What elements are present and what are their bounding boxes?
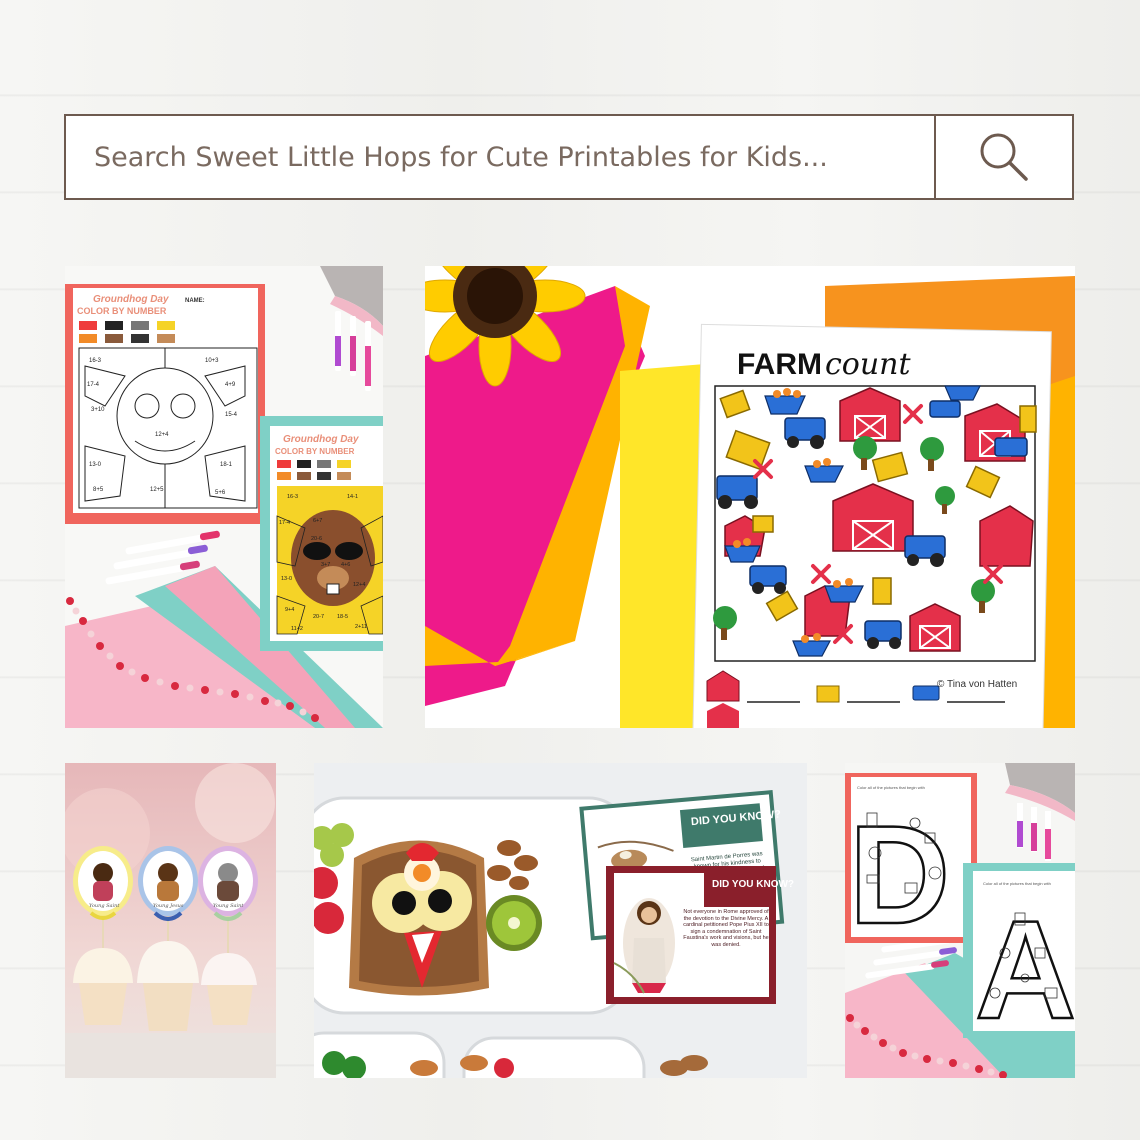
eq-c6: 3+7: [321, 562, 330, 568]
card2-text: Not everyone in Rome approved of the dev…: [683, 909, 769, 948]
eq-4: 4+9: [225, 382, 236, 388]
tile-alphabet-coloring[interactable]: Color all of the pictures that begin wit…: [845, 763, 1075, 1078]
eq-9: 18-1: [220, 462, 233, 468]
search-icon: [980, 133, 1028, 181]
eq-12: 5+6: [215, 490, 226, 496]
eq-8: 13-0: [89, 462, 102, 468]
groundhog-subtitle-2: COLOR BY NUMBER: [275, 447, 355, 456]
eq-c5: 20-6: [311, 536, 322, 542]
groundhog-name-label: NAME:: [185, 298, 205, 304]
farm-title-script: count: [825, 347, 912, 382]
eq-10: 8+5: [93, 487, 104, 493]
eq-c8: 12+4: [353, 582, 365, 588]
tile-farm-count[interactable]: FARM count © Tina von Hatten: [425, 266, 1075, 728]
letter-d: D: [849, 796, 950, 953]
eq-c10: 9+4: [285, 607, 294, 613]
eq-2: 10+3: [205, 358, 219, 364]
eq-c2: 14-1: [347, 494, 358, 500]
groundhog-title-2: Groundhog Day: [283, 434, 359, 445]
eq-c9: 13-0: [281, 576, 292, 582]
eq-5: 3+10: [91, 407, 105, 413]
eq-c11: 20-7: [313, 614, 324, 620]
card2-heading: DID YOU KNOW?: [712, 879, 794, 890]
eq-c7: 4+6: [341, 562, 350, 568]
eq-6: 15-4: [225, 412, 238, 418]
search-bar: [64, 114, 1074, 200]
eq-c14: 2+11: [355, 624, 367, 630]
tile-saint-cupcake-toppers[interactable]: Young Saint Young Jesus Young Saint: [65, 763, 276, 1078]
eq-c4: 6+7: [313, 518, 322, 524]
groundhog-title-1: Groundhog Day: [93, 294, 169, 305]
tile-lunch-did-you-know[interactable]: DID YOU KNOW? Saint Martin de Porres was…: [314, 763, 807, 1078]
eq-1: 16-3: [89, 358, 102, 364]
search-button[interactable]: [934, 116, 1072, 198]
groundhog-subtitle-1: COLOR BY NUMBER: [77, 306, 167, 316]
tile-groundhog-color-by-number[interactable]: Groundhog Day COLOR BY NUMBER NAME: 16-3: [65, 266, 383, 728]
topper-label-1: Young Saint: [89, 903, 120, 909]
eq-c1: 16-3: [287, 494, 298, 500]
eq-c3: 17-4: [279, 520, 290, 526]
alphabet-instructions-1: Color all of the pictures that begin wit…: [857, 785, 925, 790]
farm-credit: © Tina von Hatten: [937, 679, 1017, 690]
topper-label-2: Young Jesus: [153, 903, 184, 909]
topper-label-3: Young Saint: [213, 903, 244, 909]
eq-3: 17-4: [87, 382, 100, 388]
search-input[interactable]: [66, 116, 934, 198]
alphabet-instructions-2: Color all of the pictures that begin wit…: [983, 881, 1051, 886]
eq-7: 12+4: [155, 432, 169, 438]
farm-title-bold: FARM: [737, 348, 822, 381]
eq-c12: 18-5: [337, 614, 348, 620]
eq-11: 12+5: [150, 487, 164, 493]
eq-c13: 11+2: [291, 626, 303, 632]
